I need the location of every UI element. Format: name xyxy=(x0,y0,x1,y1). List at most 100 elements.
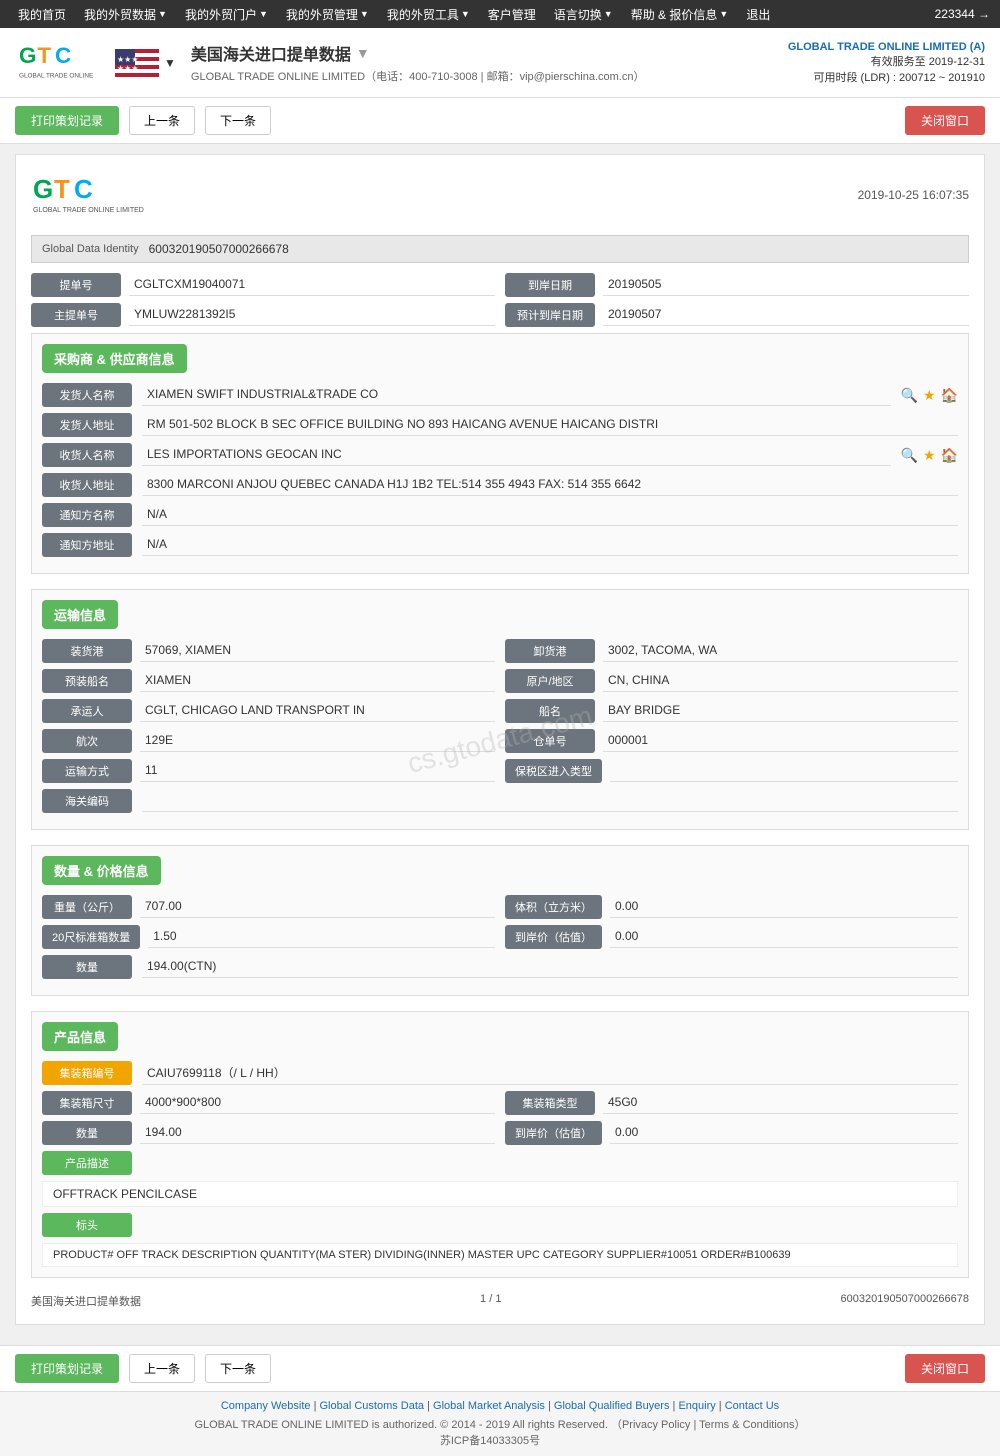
print-button[interactable]: 打印策划记录 xyxy=(15,106,119,135)
prod-qty-price-row: 数量 194.00 到岸价（估值） 0.00 xyxy=(42,1121,958,1145)
volume-label: 体积（立方米） xyxy=(505,895,602,919)
next-button-bottom[interactable]: 下一条 xyxy=(205,1354,271,1383)
record-timestamp: 2019-10-25 16:07:35 xyxy=(858,188,969,202)
nav-trade-portal[interactable]: 我的外贸门户 ▼ xyxy=(177,2,276,27)
shipper-addr-value: RM 501-502 BLOCK B SEC OFFICE BUILDING N… xyxy=(142,414,958,436)
transport-mode-value: 11 xyxy=(140,760,495,782)
carrier-field: 承运人 CGLT, CHICAGO LAND TRANSPORT IN xyxy=(42,699,495,723)
master-planned-row: 主提单号 YMLUW2281392I5 预计到岸日期 20190507 xyxy=(31,303,969,327)
dropdown-arrow: ▼ xyxy=(158,9,167,19)
notify-addr-row: 通知方地址 N/A xyxy=(42,533,958,557)
page-header: G T C GLOBAL TRADE ONLINE LIMITED ★★★ ★★… xyxy=(0,28,1000,98)
main-content: cs.gtodata.com G T C GLOBAL TRADE ONLINE… xyxy=(0,144,1000,1345)
home-icon[interactable]: 🏠 xyxy=(941,387,958,404)
prev-button-bottom[interactable]: 上一条 xyxy=(129,1354,195,1383)
nav-language[interactable]: 语言切换 ▼ xyxy=(546,2,621,27)
footer-link-6[interactable]: Contact Us xyxy=(725,1400,779,1412)
prod-quantity-value: 194.00 xyxy=(140,1122,495,1144)
product-section-header: 产品信息 xyxy=(42,1022,118,1051)
shipper-name-row: 发货人名称 XIAMEN SWIFT INDUSTRIAL&TRADE CO 🔍… xyxy=(42,383,958,407)
warehouse-label: 仓单号 xyxy=(505,729,595,753)
close-button-bottom[interactable]: 关闭窗口 xyxy=(905,1354,985,1383)
next-button[interactable]: 下一条 xyxy=(205,106,271,135)
svg-text:C: C xyxy=(55,43,71,68)
transport-customs-row: 运输方式 11 保税区进入类型 xyxy=(42,759,958,783)
quantity-row: 数量 194.00(CTN) xyxy=(42,955,958,979)
footer-link-3[interactable]: Global Market Analysis xyxy=(433,1400,545,1412)
dropdown-arrow: ▼ xyxy=(360,9,369,19)
voyage-warehouse-row: 航次 129E 仓单号 000001 xyxy=(42,729,958,753)
pagination-record-id: 600320190507000266678 xyxy=(841,1293,969,1309)
container-size-value: 4000*900*800 xyxy=(140,1092,495,1114)
notify-name-value: N/A xyxy=(142,504,958,526)
transport-section-header: 运输信息 xyxy=(42,600,118,629)
record-source: 美国海关进口提单数据 xyxy=(31,1293,141,1309)
page-title: 美国海关进口提单数据 ▼ xyxy=(191,41,788,65)
notify-name-row: 通知方名称 N/A xyxy=(42,503,958,527)
transport-mode-field: 运输方式 11 xyxy=(42,759,495,783)
footer-link-2[interactable]: Global Customs Data xyxy=(320,1400,425,1412)
pre-vessel-field: 预装船名 XIAMEN xyxy=(42,669,495,693)
us-flag-icon: ★★★ ★★★ xyxy=(115,49,159,77)
nav-trade-tools[interactable]: 我的外贸工具 ▼ xyxy=(379,2,478,27)
search-icon[interactable]: 🔍 xyxy=(901,387,918,404)
planned-date-field: 预计到岸日期 20190507 xyxy=(505,303,969,327)
available-time: 可用时段 (LDR) : 200712 ~ 201910 xyxy=(788,69,985,85)
nav-home[interactable]: 我的首页 xyxy=(10,2,74,27)
quantity-section-header: 数量 & 价格信息 xyxy=(42,856,161,885)
print-button-bottom[interactable]: 打印策划记录 xyxy=(15,1354,119,1383)
customs-type-field: 保税区进入类型 xyxy=(505,759,958,783)
footer-link-1[interactable]: Company Website xyxy=(221,1400,311,1412)
container-no-label: 集装箱编号 xyxy=(42,1061,132,1085)
shipper-name-value: XIAMEN SWIFT INDUSTRIAL&TRADE CO xyxy=(142,384,891,406)
container-type-value: 45G0 xyxy=(603,1092,958,1114)
warehouse-value: 000001 xyxy=(603,730,958,752)
prod-desc-label: 产品描述 xyxy=(42,1151,132,1175)
loading-port-value: 57069, XIAMEN xyxy=(140,640,495,662)
nav-trade-mgmt[interactable]: 我的外贸管理 ▼ xyxy=(278,2,377,27)
customs-code-value xyxy=(142,790,958,812)
record-gtc-logo: G T C GLOBAL TRADE ONLINE LIMITED xyxy=(31,170,161,220)
valid-until: 有效服务至 2019-12-31 xyxy=(788,53,985,69)
prod-unit-price-field: 到岸价（估值） 0.00 xyxy=(505,1121,958,1145)
record-header: G T C GLOBAL TRADE ONLINE LIMITED 2019-1… xyxy=(31,170,969,220)
marks-row: 标头 xyxy=(42,1213,958,1237)
footer-link-4[interactable]: Global Qualified Buyers xyxy=(554,1400,670,1412)
home-icon[interactable]: 🏠 xyxy=(941,447,958,464)
svg-text:G: G xyxy=(19,43,36,68)
shipper-addr-label: 发货人地址 xyxy=(42,413,132,437)
nav-trade-data[interactable]: 我的外贸数据 ▼ xyxy=(76,2,175,27)
top-toolbar: 打印策划记录 上一条 下一条 关闭窗口 xyxy=(0,98,1000,144)
prod-unit-price-value: 0.00 xyxy=(610,1122,958,1144)
warehouse-field: 仓单号 000001 xyxy=(505,729,958,753)
flag-label: ▼ xyxy=(164,56,176,70)
footer-link-5[interactable]: Enquiry xyxy=(678,1400,715,1412)
svg-text:GLOBAL TRADE ONLINE LIMITED: GLOBAL TRADE ONLINE LIMITED xyxy=(19,72,95,79)
close-button[interactable]: 关闭窗口 xyxy=(905,106,985,135)
bill-arrival-row: 提单号 CGLTCXM19040071 到岸日期 20190505 xyxy=(31,273,969,297)
country-field: 原户/地区 CN, CHINA xyxy=(505,669,958,693)
pre-vessel-value: XIAMEN xyxy=(140,670,495,692)
star-icon[interactable]: ★ xyxy=(923,447,936,464)
vessel-label: 船名 xyxy=(505,699,595,723)
transport-mode-label: 运输方式 xyxy=(42,759,132,783)
container20-label: 20尺标准箱数量 xyxy=(42,925,140,949)
svg-text:C: C xyxy=(74,174,93,204)
weight-label: 重量（公斤） xyxy=(42,895,132,919)
container-no-row: 集装箱编号 CAIU7699118（/ L / HH） xyxy=(42,1061,958,1085)
prev-button[interactable]: 上一条 xyxy=(129,106,195,135)
prod-unit-price-label: 到岸价（估值） xyxy=(505,1121,602,1145)
consignee-name-label: 收货人名称 xyxy=(42,443,132,467)
nav-logout[interactable]: 退出 xyxy=(738,2,778,27)
nav-help[interactable]: 帮助 & 报价信息 ▼ xyxy=(623,2,737,27)
dropdown-arrow: ▼ xyxy=(604,9,613,19)
header-title-area: 美国海关进口提单数据 ▼ GLOBAL TRADE ONLINE LIMITED… xyxy=(191,41,788,84)
shipper-icons: 🔍 ★ 🏠 xyxy=(901,387,958,404)
svg-text:G: G xyxy=(33,174,53,204)
search-icon[interactable]: 🔍 xyxy=(901,447,918,464)
star-icon[interactable]: ★ xyxy=(923,387,936,404)
arrival-date-field: 到岸日期 20190505 xyxy=(505,273,969,297)
nav-customer[interactable]: 客户管理 xyxy=(480,2,544,27)
dropdown-arrow: ▼ xyxy=(259,9,268,19)
carrier-vessel-row: 承运人 CGLT, CHICAGO LAND TRANSPORT IN 船名 B… xyxy=(42,699,958,723)
